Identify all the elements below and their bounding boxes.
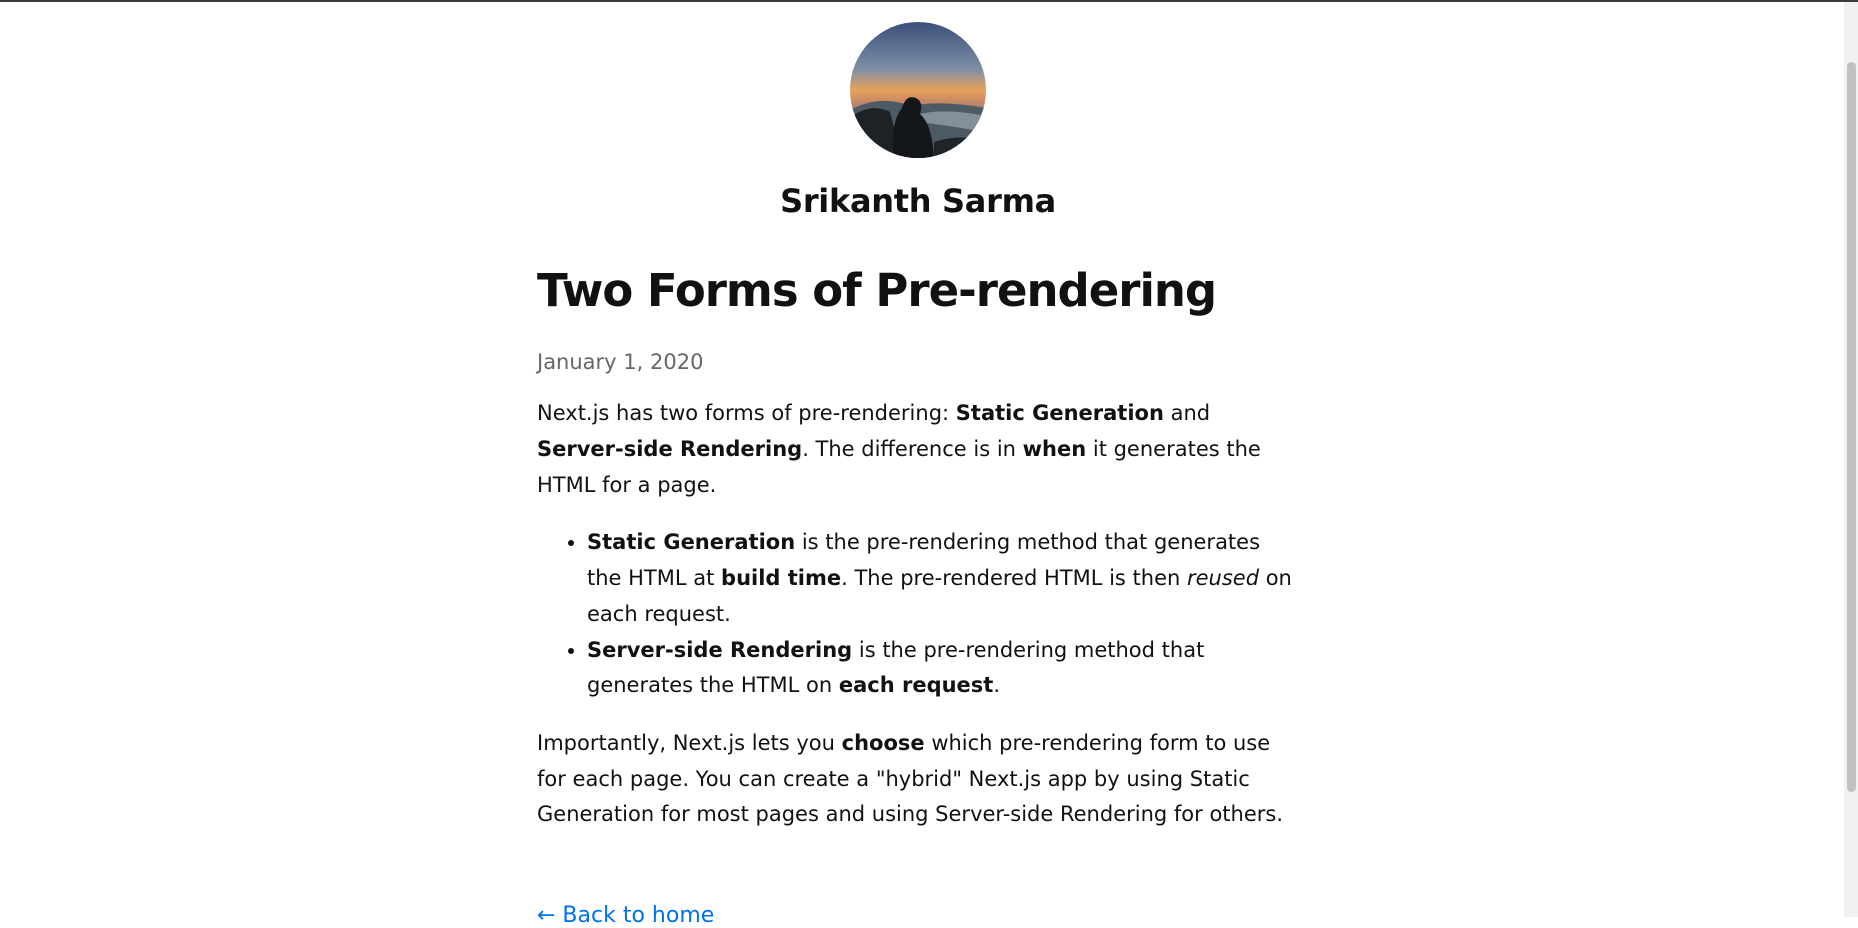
back-to-home: ← Back to home — [537, 903, 1299, 928]
bullet-bold-term: Server-side Rendering — [587, 637, 853, 662]
post-title: Two Forms of Pre-rendering — [537, 264, 1217, 318]
intro-text-2: and — [1163, 401, 1211, 426]
closing-bold-choose: choose — [841, 730, 925, 755]
intro-text-1: Next.js has two forms of pre-rendering: — [537, 401, 956, 426]
bullet-bold-each-request: each request — [838, 673, 994, 698]
intro-paragraph: Next.js has two forms of pre-rendering: … — [537, 396, 1299, 503]
pre-rendering-list: Static Generation is the pre-rendering m… — [537, 525, 1299, 703]
post-content: Next.js has two forms of pre-rendering: … — [537, 396, 1299, 833]
site-title[interactable]: Srikanth Sarma — [537, 182, 1299, 220]
intro-text-3: . The difference is in — [802, 437, 1023, 462]
list-item: Server-side Rendering is the pre-renderi… — [587, 633, 1299, 704]
intro-bold-static-generation: Static Generation — [955, 401, 1164, 426]
bullet-bold-term: Static Generation — [587, 530, 796, 555]
post-date: January 1, 2020 — [537, 350, 704, 375]
scrollbar-thumb[interactable] — [1847, 62, 1856, 792]
bullet-text: . The pre-rendered HTML is then — [841, 566, 1187, 591]
intro-bold-when: when — [1022, 437, 1087, 462]
bullet-text: . — [993, 673, 1001, 698]
avatar-photo-icon — [850, 22, 986, 158]
closing-text-1: Importantly, Next.js lets you — [537, 730, 842, 755]
intro-bold-server-side-rendering: Server-side Rendering — [537, 437, 803, 462]
list-item: Static Generation is the pre-rendering m… — [587, 525, 1299, 632]
avatar[interactable] — [850, 22, 986, 158]
bullet-italic-reused: reused — [1186, 566, 1260, 591]
back-to-home-link[interactable]: ← Back to home — [537, 903, 714, 928]
page-container: Srikanth Sarma Two Forms of Pre-renderin… — [537, 0, 1299, 928]
post-article: Two Forms of Pre-rendering January 1, 20… — [537, 264, 1299, 833]
closing-paragraph: Importantly, Next.js lets you choose whi… — [537, 726, 1299, 833]
site-header: Srikanth Sarma — [537, 0, 1299, 220]
bullet-bold-build-time: build time — [721, 566, 842, 591]
scrollbar[interactable] — [1844, 2, 1858, 917]
